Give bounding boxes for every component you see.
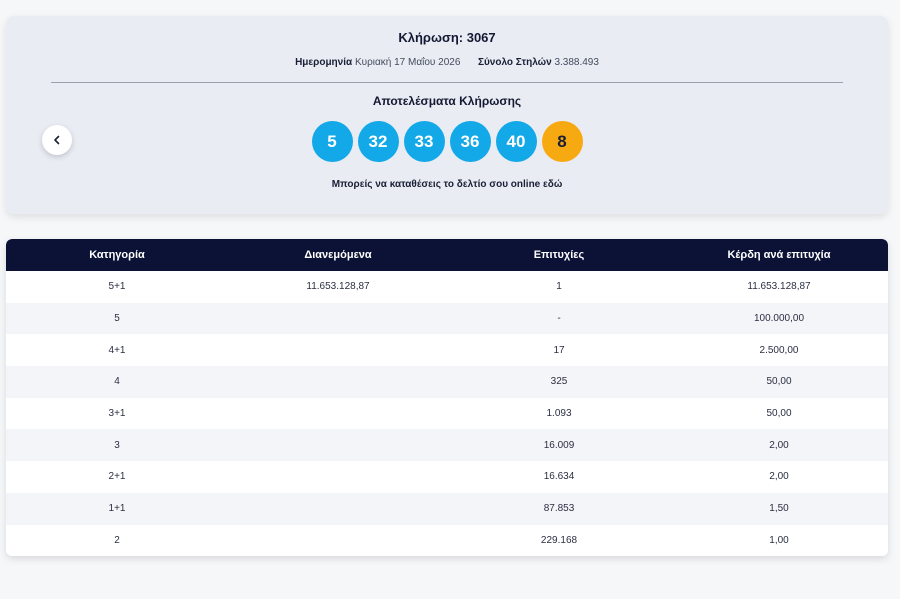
table-row: 5 - 100.000,00 (6, 302, 888, 335)
date-value: Κυριακή 17 Μαΐου 2026 (354, 57, 461, 68)
winners-cell: 325 (550, 376, 568, 388)
prize-cell: 100.000,00 (753, 313, 805, 325)
table-row: 2 229.168 1,00 (6, 524, 888, 557)
prize-cell: 50,00 (766, 408, 792, 420)
online-bet-link[interactable]: Μπορείς να καταθέσεις το δελτίο σου onli… (6, 179, 888, 190)
divider (51, 82, 843, 83)
prize-cell: 50,00 (766, 376, 792, 388)
distributed-cell (228, 303, 448, 335)
winners-cell: 16.634 (543, 471, 575, 483)
winners-cell: 17 (553, 344, 565, 356)
number-ball: 40 (495, 121, 537, 162)
table-row: 2+1 16.634 2,00 (6, 461, 888, 493)
prize-table: Κατηγορία Διανεμόμενα Επιτυχίες Κέρδη αν… (6, 239, 888, 557)
date-label: Ημερομηνία (295, 57, 353, 68)
category-cell: 3+1 (108, 408, 126, 420)
bonus-ball: 8 (541, 121, 583, 162)
winners-cell: 1.093 (546, 408, 572, 420)
results-title: Αποτελέσματα Κλήρωσης (372, 94, 522, 108)
columns-value: 3.388.493 (554, 57, 599, 68)
category-cell: 4 (114, 376, 120, 388)
table-row: 3+1 1.093 50,00 (6, 397, 888, 430)
prize-cell: 2,00 (769, 439, 789, 451)
winners-cell: - (557, 313, 561, 325)
distributed-cell (228, 334, 448, 366)
number-ball: 36 (449, 121, 491, 162)
distributed-cell (228, 366, 448, 398)
header-prize-per-winner: Κέρδη ανά επιτυχία (727, 249, 831, 261)
category-cell: 3 (114, 439, 120, 451)
prize-cell: 1,00 (769, 534, 789, 546)
prize-cell: 11.653.128,87 (747, 281, 811, 293)
distributed-cell (228, 429, 448, 461)
prize-cell: 2,00 (769, 471, 789, 483)
category-cell: 2+1 (108, 471, 126, 483)
draw-meta: Ημερομηνία Κυριακή 17 Μαΐου 2026 Σύνολο … (6, 57, 888, 68)
header-winners: Επιτυχίες (533, 249, 585, 261)
header-distributed: Διανεμόμενα (304, 249, 372, 261)
prize-cell: 2.500,00 (759, 344, 799, 356)
table-row: 4+1 17 2.500,00 (6, 334, 888, 367)
distributed-cell: 11.653.128,87 (306, 281, 370, 293)
table-row: 5+1 11.653.128,87 1 11.653.128,87 (6, 271, 888, 303)
table-row: 3 16.009 2,00 (6, 429, 888, 462)
winning-numbers: 5 32 33 36 40 8 (6, 121, 888, 162)
winners-cell: 1 (556, 281, 562, 293)
distributed-cell (228, 398, 448, 430)
draw-results-card: Κλήρωση: 3067 Ημερομηνία Κυριακή 17 Μαΐο… (6, 16, 888, 214)
distributed-cell (228, 461, 448, 493)
category-cell: 2 (114, 534, 120, 546)
winners-cell: 16.009 (543, 439, 575, 451)
category-cell: 1+1 (108, 503, 126, 515)
prize-rows: 5+1 11.653.128,87 1 11.653.128,87 5 - 100.000,… (6, 271, 888, 557)
table-header-row: Κατηγορία Διανεμόμενα Επιτυχίες Κέρδη αν… (6, 239, 888, 271)
prize-cell: 1,50 (769, 503, 789, 515)
number-ball: 33 (403, 121, 445, 162)
draw-title: Κλήρωση: 3067 (398, 30, 496, 45)
number-ball: 5 (311, 121, 353, 162)
number-ball: 32 (357, 121, 399, 162)
columns-label: Σύνολο Στηλών (477, 57, 552, 68)
table-row: 4 325 50,00 (6, 366, 888, 398)
category-cell: 5+1 (108, 281, 126, 293)
category-cell: 4+1 (108, 344, 126, 356)
winners-cell: 229.168 (540, 534, 578, 546)
distributed-cell (228, 493, 448, 525)
header-category: Κατηγορία (89, 249, 145, 261)
winners-cell: 87.853 (543, 503, 575, 515)
category-cell: 5 (114, 313, 120, 325)
distributed-cell (228, 525, 448, 557)
table-row: 1+1 87.853 1,50 (6, 492, 888, 525)
